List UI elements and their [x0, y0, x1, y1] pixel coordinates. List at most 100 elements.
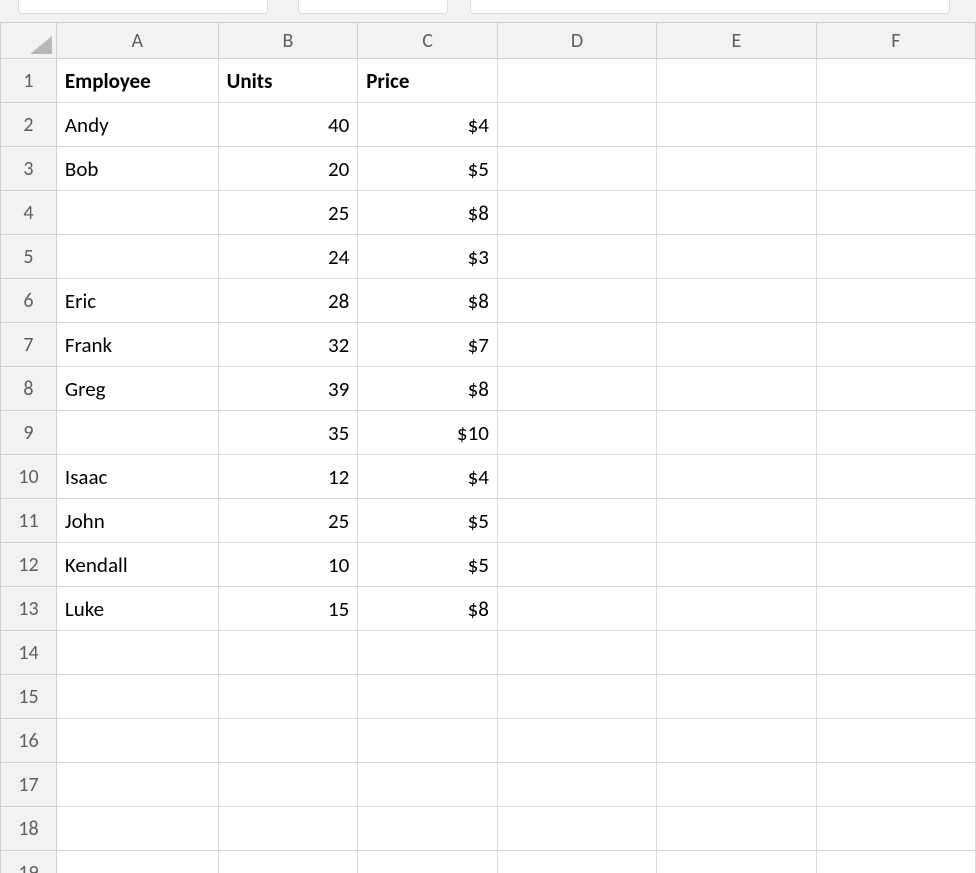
cell-C7[interactable]: $7 — [358, 323, 498, 367]
cell-D15[interactable] — [497, 675, 656, 719]
cell-C1[interactable]: Price — [358, 59, 498, 103]
cell-F14[interactable] — [816, 631, 975, 675]
cell-E14[interactable] — [657, 631, 816, 675]
row-header-6[interactable]: 6 — [1, 279, 57, 323]
cell-F5[interactable] — [816, 235, 975, 279]
row-header-10[interactable]: 10 — [1, 455, 57, 499]
cell-C3[interactable]: $5 — [358, 147, 498, 191]
row-header-7[interactable]: 7 — [1, 323, 57, 367]
cell-B11[interactable]: 25 — [218, 499, 358, 543]
cell-D18[interactable] — [497, 807, 656, 851]
cell-B6[interactable]: 28 — [218, 279, 358, 323]
cell-E12[interactable] — [657, 543, 816, 587]
cell-A7[interactable]: Frank — [56, 323, 218, 367]
col-header-A[interactable]: A — [56, 23, 218, 59]
cell-E15[interactable] — [657, 675, 816, 719]
col-header-F[interactable]: F — [816, 23, 975, 59]
cell-D8[interactable] — [497, 367, 656, 411]
cell-B19[interactable] — [218, 851, 358, 873]
cell-D4[interactable] — [497, 191, 656, 235]
row-header-5[interactable]: 5 — [1, 235, 57, 279]
cell-C15[interactable] — [358, 675, 498, 719]
cell-D13[interactable] — [497, 587, 656, 631]
cell-E16[interactable] — [657, 719, 816, 763]
select-all-corner[interactable] — [1, 23, 57, 59]
cell-C12[interactable]: $5 — [358, 543, 498, 587]
cell-B2[interactable]: 40 — [218, 103, 358, 147]
cell-D2[interactable] — [497, 103, 656, 147]
cell-C4[interactable]: $8 — [358, 191, 498, 235]
cell-E8[interactable] — [657, 367, 816, 411]
cell-A1[interactable]: Employee — [56, 59, 218, 103]
row-header-4[interactable]: 4 — [1, 191, 57, 235]
cell-D3[interactable] — [497, 147, 656, 191]
row-header-9[interactable]: 9 — [1, 411, 57, 455]
cell-E3[interactable] — [657, 147, 816, 191]
cell-D5[interactable] — [497, 235, 656, 279]
cell-B3[interactable]: 20 — [218, 147, 358, 191]
cell-B13[interactable]: 15 — [218, 587, 358, 631]
cell-A6[interactable]: Eric — [56, 279, 218, 323]
cell-F9[interactable] — [816, 411, 975, 455]
cell-F17[interactable] — [816, 763, 975, 807]
cell-E9[interactable] — [657, 411, 816, 455]
cell-B17[interactable] — [218, 763, 358, 807]
row-header-19[interactable]: 19 — [1, 851, 57, 873]
cell-C18[interactable] — [358, 807, 498, 851]
cell-B18[interactable] — [218, 807, 358, 851]
cell-A14[interactable] — [56, 631, 218, 675]
cell-A15[interactable] — [56, 675, 218, 719]
cell-B8[interactable]: 39 — [218, 367, 358, 411]
cell-D7[interactable] — [497, 323, 656, 367]
cell-A16[interactable] — [56, 719, 218, 763]
row-header-14[interactable]: 14 — [1, 631, 57, 675]
cell-A4[interactable] — [56, 191, 218, 235]
cell-B12[interactable]: 10 — [218, 543, 358, 587]
cell-D6[interactable] — [497, 279, 656, 323]
row-header-3[interactable]: 3 — [1, 147, 57, 191]
cell-D12[interactable] — [497, 543, 656, 587]
cell-F2[interactable] — [816, 103, 975, 147]
row-header-12[interactable]: 12 — [1, 543, 57, 587]
col-header-B[interactable]: B — [218, 23, 358, 59]
cell-C17[interactable] — [358, 763, 498, 807]
cell-C10[interactable]: $4 — [358, 455, 498, 499]
col-header-C[interactable]: C — [358, 23, 498, 59]
cell-F11[interactable] — [816, 499, 975, 543]
row-header-1[interactable]: 1 — [1, 59, 57, 103]
cell-A17[interactable] — [56, 763, 218, 807]
cell-D16[interactable] — [497, 719, 656, 763]
spreadsheet-grid[interactable]: A B C D E F 1EmployeeUnitsPrice2Andy40$4… — [0, 22, 976, 873]
cell-C19[interactable] — [358, 851, 498, 873]
cell-C6[interactable]: $8 — [358, 279, 498, 323]
cell-A2[interactable]: Andy — [56, 103, 218, 147]
cell-A3[interactable]: Bob — [56, 147, 218, 191]
cell-B16[interactable] — [218, 719, 358, 763]
cell-E13[interactable] — [657, 587, 816, 631]
cell-D17[interactable] — [497, 763, 656, 807]
cell-A9[interactable] — [56, 411, 218, 455]
cell-E19[interactable] — [657, 851, 816, 873]
cell-F15[interactable] — [816, 675, 975, 719]
cell-F19[interactable] — [816, 851, 975, 873]
cell-A10[interactable]: Isaac — [56, 455, 218, 499]
cell-E1[interactable] — [657, 59, 816, 103]
cell-B10[interactable]: 12 — [218, 455, 358, 499]
cell-E11[interactable] — [657, 499, 816, 543]
cell-A8[interactable]: Greg — [56, 367, 218, 411]
cell-C16[interactable] — [358, 719, 498, 763]
cell-A19[interactable] — [56, 851, 218, 873]
col-header-E[interactable]: E — [657, 23, 816, 59]
cell-E18[interactable] — [657, 807, 816, 851]
cell-F13[interactable] — [816, 587, 975, 631]
cell-E7[interactable] — [657, 323, 816, 367]
cell-D14[interactable] — [497, 631, 656, 675]
row-header-11[interactable]: 11 — [1, 499, 57, 543]
row-header-15[interactable]: 15 — [1, 675, 57, 719]
cell-F12[interactable] — [816, 543, 975, 587]
cell-E17[interactable] — [657, 763, 816, 807]
cell-C9[interactable]: $10 — [358, 411, 498, 455]
cell-D9[interactable] — [497, 411, 656, 455]
cell-C8[interactable]: $8 — [358, 367, 498, 411]
cell-C5[interactable]: $3 — [358, 235, 498, 279]
